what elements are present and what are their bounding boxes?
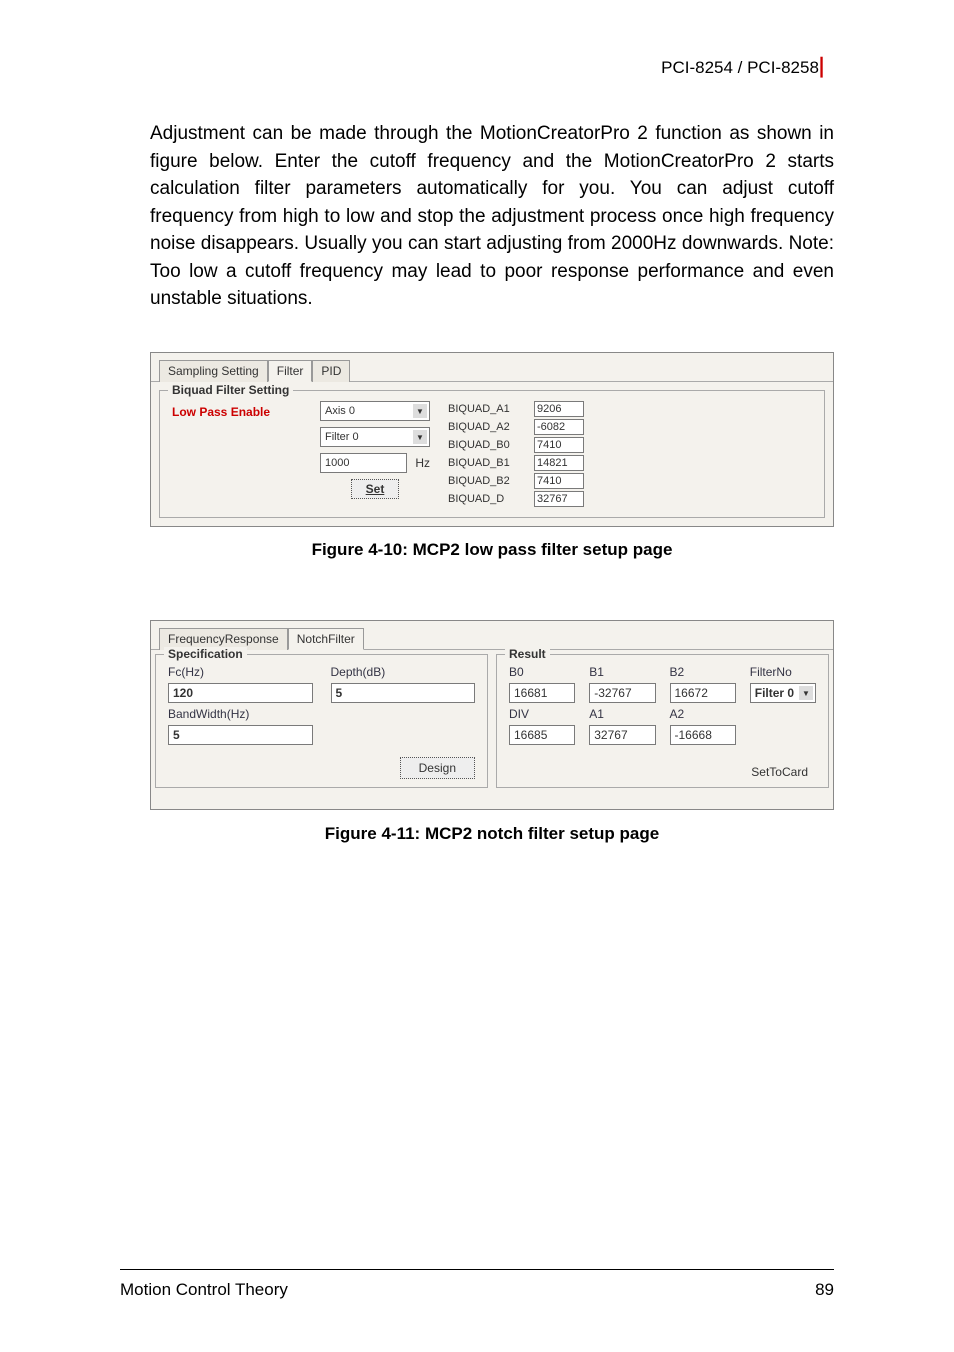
b0-label: B0 [509, 665, 575, 679]
a2-value[interactable]: -16668 [670, 725, 736, 745]
bandwidth-label: BandWidth(Hz) [168, 707, 313, 721]
tab-filter[interactable]: Filter [268, 360, 313, 382]
a1-value[interactable]: 32767 [589, 725, 655, 745]
b2-label: B2 [670, 665, 736, 679]
lowpass-panel: Sampling Setting Filter PID Biquad Filte… [150, 352, 834, 527]
axis-dropdown[interactable]: Axis 0 ▼ [320, 401, 430, 421]
biquad-b0-label: BIQUAD_B0 [448, 439, 528, 451]
biquad-a1-label: BIQUAD_A1 [448, 403, 528, 415]
biquad-values: BIQUAD_A1 9206 BIQUAD_A2 -6082 BIQUAD_B0 74… [448, 401, 584, 507]
biquad-b2-value[interactable]: 7410 [534, 473, 584, 489]
figure-4-11-caption: Figure 4-11: MCP2 notch filter setup pag… [150, 824, 834, 844]
footer-divider [120, 1269, 834, 1270]
biquad-fieldset: Biquad Filter Setting Low Pass Enable Ax… [159, 390, 825, 518]
biquad-fieldset-legend: Biquad Filter Setting [168, 383, 293, 397]
result-fieldset: Result B0 B1 B2 FilterNo 16681 -32767 16… [496, 654, 829, 788]
specification-fieldset: Specification Fc(Hz) Depth(dB) 120 5 Ban… [155, 654, 488, 788]
b1-label: B1 [589, 665, 655, 679]
low-pass-enable-label: Low Pass Enable [172, 401, 302, 419]
biquad-d-value[interactable]: 32767 [534, 491, 584, 507]
depth-input[interactable]: 5 [331, 683, 476, 703]
design-button[interactable]: Design [400, 757, 475, 779]
fc-input-value: 120 [173, 686, 193, 700]
biquad-b0-value[interactable]: 7410 [534, 437, 584, 453]
filter-dropdown[interactable]: Filter 0 ▼ [320, 427, 430, 447]
biquad-d-label: BIQUAD_D [448, 493, 528, 505]
filterno-dropdown[interactable]: Filter 0 ▼ [750, 683, 816, 703]
notch-tabrow: FrequencyResponse NotchFilter [151, 621, 833, 650]
hz-input[interactable]: 1000 [320, 453, 407, 473]
notch-panel: FrequencyResponse NotchFilter Specificat… [150, 620, 834, 810]
page-header-product: PCI-8254 / PCI-8258▏ [661, 58, 834, 78]
b0-value-text: 16681 [514, 686, 547, 700]
bandwidth-input[interactable]: 5 [168, 725, 313, 745]
b1-value[interactable]: -32767 [589, 683, 655, 703]
tab-pid[interactable]: PID [312, 360, 350, 382]
hz-input-value: 1000 [325, 457, 349, 469]
footer-page-number: 89 [815, 1280, 834, 1300]
fc-label: Fc(Hz) [168, 665, 313, 679]
set-to-card-button[interactable]: SetToCard [751, 765, 808, 779]
tab-notch-filter[interactable]: NotchFilter [288, 628, 364, 650]
footer-chapter-title: Motion Control Theory [120, 1280, 288, 1300]
a1-value-text: 32767 [594, 728, 627, 742]
hz-unit-label: Hz [415, 456, 430, 470]
filterno-label: FilterNo [750, 665, 816, 679]
b2-value[interactable]: 16672 [670, 683, 736, 703]
biquad-b2-label: BIQUAD_B2 [448, 475, 528, 487]
biquad-b1-label: BIQUAD_B1 [448, 457, 528, 469]
axis-dropdown-value: Axis 0 [325, 405, 355, 417]
biquad-a2-value[interactable]: -6082 [534, 419, 584, 435]
dropdown-arrow-icon: ▼ [799, 686, 813, 700]
a1-label: A1 [589, 707, 655, 721]
set-button[interactable]: Set [351, 479, 400, 499]
figure-4-10-caption: Figure 4-10: MCP2 low pass filter setup … [150, 540, 834, 560]
biquad-a2-label: BIQUAD_A2 [448, 421, 528, 433]
fc-input[interactable]: 120 [168, 683, 313, 703]
b0-value[interactable]: 16681 [509, 683, 575, 703]
bandwidth-input-value: 5 [173, 728, 180, 742]
product-label: PCI-8254 / PCI-8258 [661, 58, 819, 77]
filter-dropdown-value: Filter 0 [325, 431, 359, 443]
dropdown-arrow-icon: ▼ [413, 404, 427, 418]
body-paragraph: Adjustment can be made through the Motio… [150, 120, 834, 313]
b1-value-text: -32767 [594, 686, 631, 700]
depth-input-value: 5 [336, 686, 343, 700]
specification-legend: Specification [164, 647, 247, 661]
a2-value-text: -16668 [675, 728, 712, 742]
div-value-text: 16685 [514, 728, 547, 742]
biquad-a1-value[interactable]: 9206 [534, 401, 584, 417]
a2-label: A2 [670, 707, 736, 721]
result-legend: Result [505, 647, 550, 661]
header-bar: ▏ [819, 58, 834, 77]
lowpass-tabrow: Sampling Setting Filter PID [151, 353, 833, 382]
biquad-b1-value[interactable]: 14821 [534, 455, 584, 471]
page-footer: Motion Control Theory 89 [120, 1280, 834, 1300]
div-label: DIV [509, 707, 575, 721]
b2-value-text: 16672 [675, 686, 708, 700]
div-value[interactable]: 16685 [509, 725, 575, 745]
tab-sampling-setting[interactable]: Sampling Setting [159, 360, 268, 382]
filterno-dropdown-value: Filter 0 [755, 686, 794, 700]
depth-label: Depth(dB) [331, 665, 476, 679]
dropdown-arrow-icon: ▼ [413, 430, 427, 444]
